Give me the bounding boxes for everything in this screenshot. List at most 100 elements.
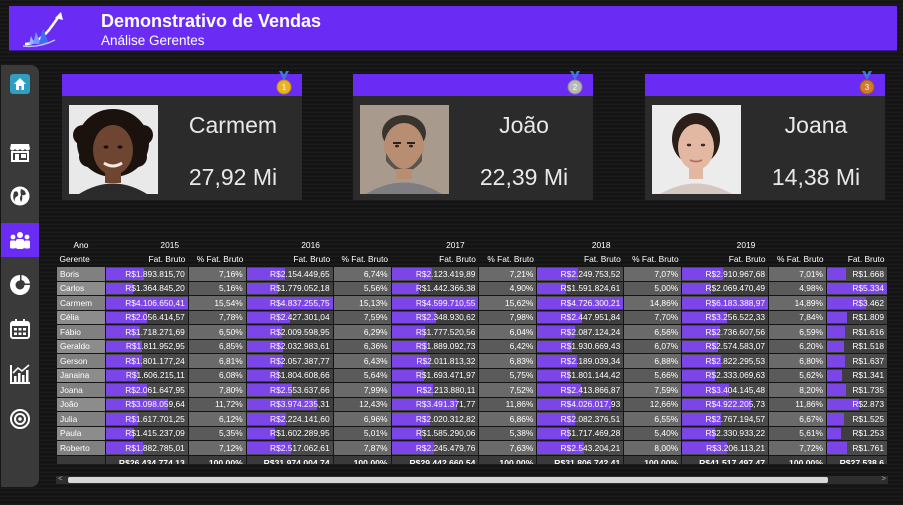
fat-bruto-header[interactable]: Fat. Bruto [105, 252, 188, 267]
page-subtitle: Análise Gerentes [101, 33, 205, 48]
fat-bruto-header[interactable]: Fat. Bruto [682, 252, 769, 267]
manager-name: Joana [784, 112, 848, 138]
nav-target[interactable] [1, 402, 39, 436]
fat-bruto-cell: R$1.606.215,11 [104, 367, 189, 383]
pct-fat-bruto-cell: 6,29% [332, 324, 392, 340]
fat-bruto-header[interactable]: Fat. Bruto [826, 252, 887, 267]
fat-bruto-value: R$1.591.824,61 [560, 283, 621, 294]
pct-fat-bruto-cell: 5,38% [478, 425, 538, 441]
pct-fat-bruto-cell: 5,56% [332, 280, 392, 296]
pct-fat-bruto-header[interactable]: % Fat. Bruto [479, 252, 537, 267]
nav-calendar[interactable] [1, 312, 39, 346]
nav-donut-chart[interactable] [1, 268, 39, 302]
fat-bruto-value: R$2.553.637,66 [270, 384, 330, 395]
fat-bruto-cell: R$1.585.290,06 [390, 425, 480, 441]
fat-bruto-value: R$1.717.469,28 [560, 428, 621, 439]
fat-bruto-cell: R$3.256.522,33 [681, 309, 770, 325]
fat-bruto-header[interactable]: Fat. Bruto [391, 252, 479, 267]
pct-fat-bruto-header[interactable]: % Fat. Bruto [624, 252, 682, 267]
horizontal-scrollbar[interactable]: < > [56, 474, 888, 484]
fat-bruto-cell: R$2.767.194,57 [681, 411, 770, 427]
manager-name-cell: Célia [56, 309, 106, 325]
table-row[interactable]: Julia R$1.617.701,25 6,12% R$2.224.141,60 6,… [56, 411, 888, 427]
fat-bruto-value: R$1.930.669,43 [560, 341, 621, 352]
pct-fat-bruto-cell: 6,07% [623, 338, 683, 354]
fat-bruto-cell: R$2.011.813,32 [390, 353, 480, 369]
nav-line-chart[interactable] [1, 357, 39, 391]
pct-fat-bruto-cell: 6,67% [768, 411, 827, 427]
data-bar [392, 282, 419, 294]
table-row[interactable]: Gerson R$1.801.177,24 6,81% R$2.057.387,77 6… [56, 353, 888, 369]
table-row[interactable]: Janaina R$1.606.215,11 6,08% R$1.804.608,66… [56, 367, 888, 383]
table-row[interactable]: Carlos R$1.364.845,20 5,16% R$1.779.052,18 5… [56, 280, 888, 296]
table-row[interactable]: Joana R$2.061.647,95 7,80% R$2.553.637,66 7,… [56, 382, 888, 398]
pct-fat-bruto-cell: 6,20% [768, 338, 827, 354]
data-bar [827, 326, 846, 338]
fat-bruto-cell: R$2.736.607,56 [681, 324, 770, 340]
table-row[interactable]: Célia R$2.056.414,57 7,78% R$2.427.301,04 7,… [56, 309, 888, 325]
nav-home[interactable] [1, 67, 39, 101]
fat-bruto-cell: R$2.032.983,61 [245, 338, 334, 354]
data-bar [827, 355, 846, 367]
table-row[interactable]: Roberto R$1.882.785,01 7,12% R$2.517.062,61… [56, 440, 888, 456]
pct-fat-bruto-cell: 14,89% [768, 295, 827, 311]
fat-bruto-header[interactable]: Fat. Bruto [537, 252, 624, 267]
fat-bruto-cell: R$1.341 [825, 367, 888, 383]
fat-bruto-cell: R$1.525 [825, 411, 888, 427]
total-label-cell [56, 454, 106, 464]
year-header[interactable]: 2015 [105, 238, 246, 252]
scroll-left-arrow[interactable]: < [58, 474, 63, 483]
pct-fat-bruto-cell: 5,16% [187, 280, 247, 296]
pct-fat-bruto-header[interactable]: % Fat. Bruto [769, 252, 827, 267]
fat-bruto-value: R$2.020.312,82 [415, 413, 476, 424]
fat-bruto-cell: R$1.801.177,24 [104, 353, 189, 369]
pct-fat-bruto-header[interactable]: % Fat. Bruto [333, 252, 391, 267]
year-header[interactable]: 2018 [537, 238, 682, 252]
table-row[interactable]: Carmem R$4.106.650,41 15,54% R$4.837.255,75… [56, 295, 888, 311]
fat-bruto-cell: R$3.491.371,77 [390, 396, 480, 412]
fat-bruto-value: R$1.525 [852, 413, 884, 424]
fat-bruto-cell: R$4.922.205,73 [681, 396, 770, 412]
totals-row: R$26.434.774,13 100,00% R$31.974.004,74 100… [56, 454, 888, 464]
sales-matrix[interactable]: Ano 2015 2016 2017 2018 2019 Gerente Fat. Bruto… [56, 238, 888, 464]
nav-managers[interactable] [1, 223, 39, 257]
fat-bruto-value: R$1.415.237,09 [125, 428, 185, 439]
fat-bruto-value: R$2.245.479,76 [415, 442, 476, 453]
fat-bruto-value: R$2.249.753,52 [560, 268, 621, 279]
pct-fat-bruto-cell: 6,04% [478, 324, 538, 340]
table-row[interactable]: Paula R$1.415.237,09 5,35% R$1.602.289,95 5,… [56, 425, 888, 441]
pct-fat-bruto-cell: 6,08% [187, 367, 247, 383]
fat-bruto-cell: R$2.553.637,66 [245, 382, 334, 398]
fat-bruto-cell: R$1.801.144,42 [536, 367, 625, 383]
nav-stores[interactable] [1, 135, 39, 169]
pct-fat-bruto-cell: 5,40% [623, 425, 683, 441]
pct-fat-bruto-cell: 8,00% [623, 440, 683, 456]
pct-fat-bruto-cell: 6,50% [187, 324, 247, 340]
fat-bruto-value: R$1.801.144,42 [560, 370, 621, 381]
pct-fat-bruto-cell: 4,90% [478, 280, 538, 296]
pct-fat-bruto-cell: 11,72% [187, 396, 247, 412]
fat-bruto-value: R$1.364.845,20 [125, 283, 185, 294]
fat-bruto-value: R$1.882.785,01 [125, 442, 185, 453]
year-header[interactable]: 2019 [682, 238, 827, 252]
table-row[interactable]: Fábio R$1.718.271,69 6,50% R$2.009.598,95 6,… [56, 324, 888, 340]
table-row[interactable]: João R$3.098.059,64 11,72% R$3.974.235,31 12… [56, 396, 888, 412]
scroll-right-arrow[interactable]: > [881, 474, 886, 483]
year-header[interactable] [826, 238, 887, 252]
fat-bruto-header[interactable]: Fat. Bruto [246, 252, 333, 267]
fat-bruto-cell: R$3.206.113,21 [681, 440, 770, 456]
team-icon [10, 232, 30, 249]
table-row[interactable]: Boris R$1.893.815,70 7,16% R$2.154.449,65 6,… [56, 266, 888, 282]
nav-regions[interactable] [1, 179, 39, 213]
total-fat-bruto: R$31.806.742,41 [536, 454, 625, 464]
pct-fat-bruto-cell: 7,84% [768, 309, 827, 325]
pct-fat-bruto-cell: 15,62% [478, 295, 538, 311]
pct-fat-bruto-header[interactable]: % Fat. Bruto [188, 252, 246, 267]
year-header[interactable]: 2016 [246, 238, 391, 252]
manager-photo [360, 105, 449, 194]
year-header[interactable]: 2017 [391, 238, 537, 252]
total-pct-fat-bruto: 100,00% [332, 454, 392, 464]
table-row[interactable]: Geraldo R$1.811.952,95 6,85% R$2.032.983,61… [56, 338, 888, 354]
scroll-thumb[interactable] [68, 477, 828, 483]
fat-bruto-value: R$2.873 [852, 399, 884, 410]
